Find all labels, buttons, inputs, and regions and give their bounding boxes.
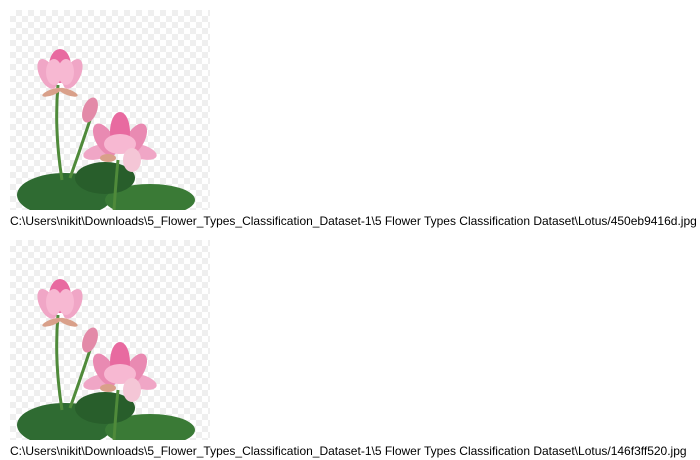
image-entry: C:\Users\nikit\Downloads\5_Flower_Types_… (10, 240, 700, 459)
lotus-image (10, 240, 210, 440)
file-path-text: C:\Users\nikit\Downloads\5_Flower_Types_… (10, 214, 697, 228)
lotus-image (10, 10, 210, 210)
file-path-text: C:\Users\nikit\Downloads\5_Flower_Types_… (10, 444, 687, 458)
image-output-page: C:\Users\nikit\Downloads\5_Flower_Types_… (0, 0, 700, 460)
image-entry: C:\Users\nikit\Downloads\5_Flower_Types_… (10, 10, 700, 229)
lotus-flower-icon (17, 49, 195, 210)
lotus-flower-icon (17, 279, 195, 440)
